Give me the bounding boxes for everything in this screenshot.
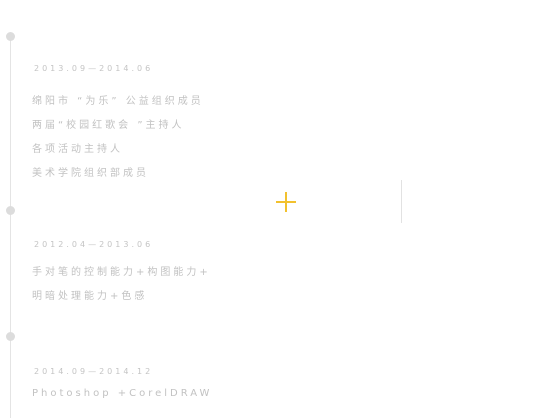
timeline-dot [6,206,15,215]
list-item: 绵阳市 “为乐” 公益组织成员 [32,96,204,107]
list-item: 明暗处理能力+色感 [32,291,148,302]
section-date: 2012.04—2013.06 [34,240,154,249]
timeline-dot [6,32,15,41]
plus-icon[interactable] [276,192,296,212]
list-item: 美术学院组织部成员 [32,168,149,179]
section-date: 2013.09—2014.06 [34,64,154,73]
list-item: 手对笔的控制能力+构图能力+ [32,267,211,278]
list-item: 两届“校园红歌会 ”主持人 [32,120,185,131]
list-item: Photoshop +CorelDRAW [32,388,213,399]
section-date: 2014.09—2014.12 [34,367,154,376]
list-item: 各项活动主持人 [32,144,123,155]
divider [401,180,402,223]
timeline-dot [6,332,15,341]
timeline-line [10,36,11,418]
